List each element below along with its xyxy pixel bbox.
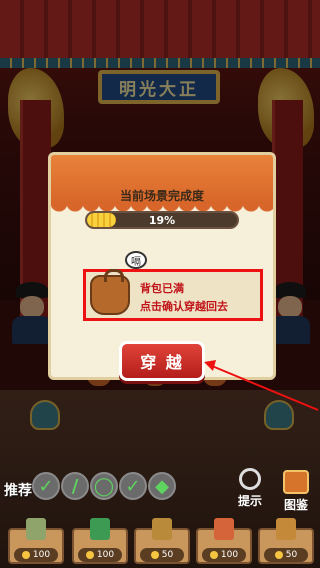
pointer-arrow-icon [204, 360, 319, 411]
game-scene: 明光大正 推荐 ✓ / ◯ ✓ ◆ 提示 图鉴 100 100 50 100 5… [0, 0, 320, 568]
